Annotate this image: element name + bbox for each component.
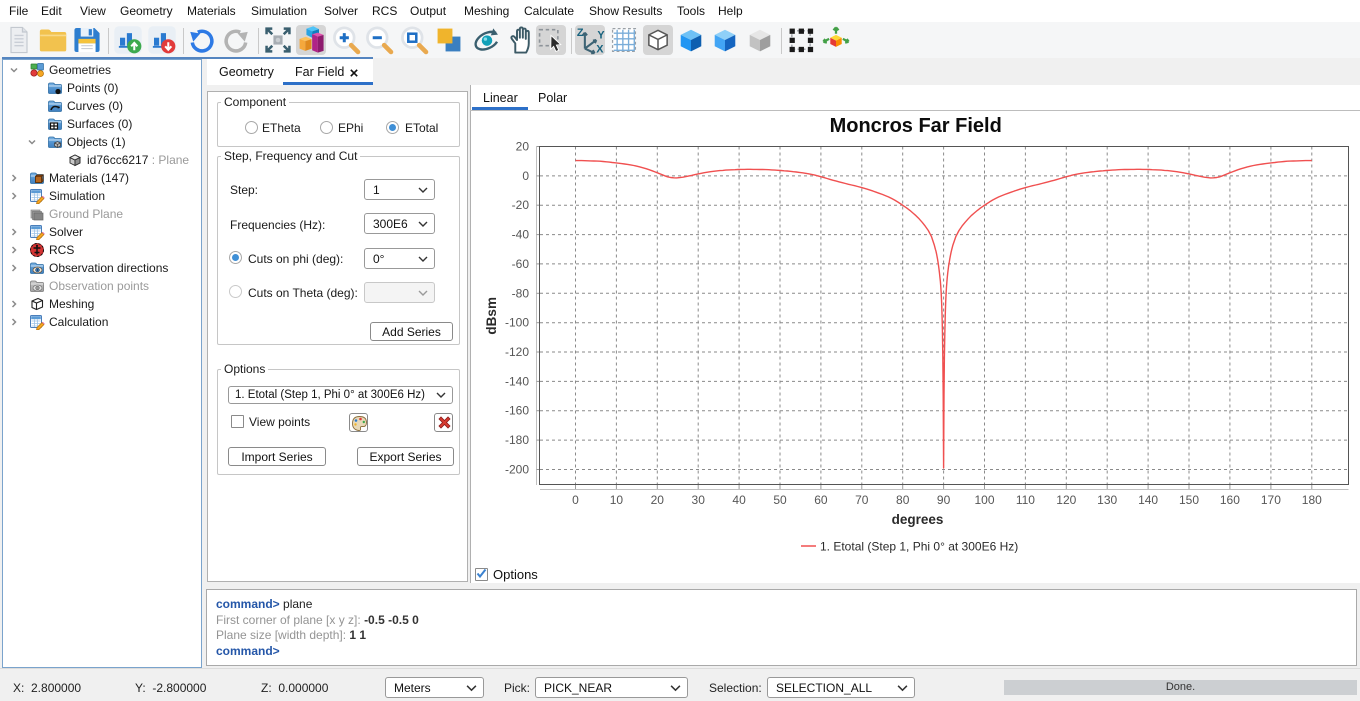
svg-text:Z: Z xyxy=(577,27,584,39)
svg-text:80: 80 xyxy=(896,493,910,507)
svg-text:150: 150 xyxy=(1179,493,1199,507)
svg-text:Moncros Far Field: Moncros Far Field xyxy=(830,115,1002,137)
svg-text:-80: -80 xyxy=(512,286,530,300)
svg-text:degrees: degrees xyxy=(892,512,944,527)
svg-text:dBsm: dBsm xyxy=(484,297,499,335)
svg-text:90: 90 xyxy=(937,493,951,507)
svg-text:40: 40 xyxy=(732,493,746,507)
svg-text:70: 70 xyxy=(855,493,869,507)
svg-text:-20: -20 xyxy=(512,198,530,212)
svg-text:10: 10 xyxy=(610,493,624,507)
svg-text:-100: -100 xyxy=(505,316,529,330)
svg-text:60: 60 xyxy=(814,493,828,507)
svg-text:20: 20 xyxy=(516,140,530,154)
svg-text:0: 0 xyxy=(522,169,529,183)
svg-text:-140: -140 xyxy=(505,374,529,388)
svg-text:50: 50 xyxy=(773,493,787,507)
svg-text:110: 110 xyxy=(1016,493,1035,507)
svg-text:20: 20 xyxy=(651,493,665,507)
svg-text:180: 180 xyxy=(1302,493,1322,507)
svg-text:140: 140 xyxy=(1138,493,1158,507)
svg-text:160: 160 xyxy=(1220,493,1240,507)
svg-text:30: 30 xyxy=(692,493,706,507)
svg-text:-120: -120 xyxy=(505,345,529,359)
svg-text:-60: -60 xyxy=(512,257,530,271)
svg-text:130: 130 xyxy=(1097,493,1117,507)
svg-text:Y: Y xyxy=(597,29,605,41)
svg-text:1. Etotal (Step 1, Phi 0° at 3: 1. Etotal (Step 1, Phi 0° at 300E6 Hz) xyxy=(820,540,1018,554)
svg-text:X: X xyxy=(596,44,604,56)
svg-text:-40: -40 xyxy=(512,228,530,242)
svg-text:0: 0 xyxy=(572,493,579,507)
svg-text:170: 170 xyxy=(1261,493,1281,507)
svg-text:100: 100 xyxy=(974,493,994,507)
svg-text:-180: -180 xyxy=(505,433,529,447)
svg-text:-200: -200 xyxy=(505,463,529,477)
svg-text:120: 120 xyxy=(1056,493,1076,507)
svg-text:-160: -160 xyxy=(505,404,529,418)
